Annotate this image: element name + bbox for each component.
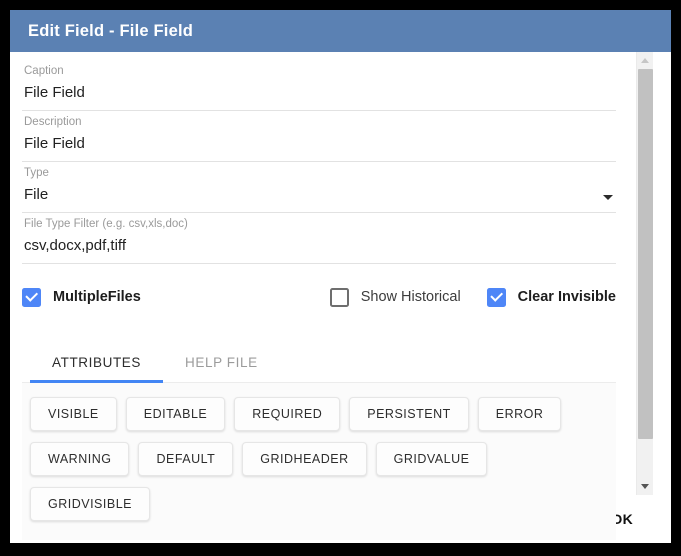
caption-field: Caption File Field: [22, 63, 616, 111]
tab-attributes[interactable]: ATTRIBUTES: [30, 344, 164, 383]
caption-label: Caption: [24, 65, 64, 77]
scrollbar-thumb[interactable]: [637, 69, 653, 439]
description-field: Description File Field: [22, 114, 616, 162]
checkbox-multiplefiles-label: MultipleFiles: [53, 289, 141, 305]
attribute-chip-visible[interactable]: VISIBLE: [30, 397, 117, 431]
dialog-title: Edit Field - File Field: [28, 21, 194, 40]
triangle-down-icon[interactable]: [637, 478, 654, 495]
chevron-down-icon[interactable]: [603, 195, 613, 200]
attribute-chip-warning[interactable]: WARNING: [30, 442, 130, 476]
file-type-filter-field: File Type Filter (e.g. csv,xls,doc) csv,…: [22, 216, 616, 264]
description-input[interactable]: File Field: [22, 130, 616, 162]
attribute-chip-editable[interactable]: EDITABLE: [125, 397, 226, 431]
dialog-titlebar: Edit Field - File Field: [10, 10, 671, 52]
checkbox-multiplefiles[interactable]: MultipleFiles: [22, 287, 141, 307]
tab-help-file[interactable]: HELP FILE: [163, 344, 280, 383]
type-field: Type File: [22, 165, 616, 213]
attribute-chip-persistent[interactable]: PERSISTENT: [349, 397, 469, 431]
checkbox-row: MultipleFiles Show Historical Clear Invi…: [22, 283, 616, 311]
vertical-scrollbar[interactable]: [636, 52, 653, 495]
caption-input[interactable]: File Field: [22, 79, 616, 111]
scrollbar-track[interactable]: [637, 69, 654, 478]
checkbox-show-historical-label: Show Historical: [360, 289, 461, 305]
attribute-chip-gridvisible[interactable]: GRIDVISIBLE: [30, 487, 150, 521]
type-label: Type: [24, 167, 49, 179]
type-select[interactable]: File: [22, 181, 616, 213]
attribute-chip-default[interactable]: DEFAULT: [138, 442, 234, 476]
attribute-chip-gridvalue[interactable]: GRIDVALUE: [375, 442, 488, 476]
attribute-chip-list: VISIBLE EDITABLE REQUIRED PERSISTENT ERR…: [22, 383, 616, 540]
checkbox-clear-invisible[interactable]: Clear Invisible: [486, 287, 616, 307]
checkbox-checked-icon[interactable]: [486, 287, 506, 307]
dialog-body: Caption File Field Description File Fiel…: [10, 52, 671, 540]
file-type-filter-input[interactable]: csv,docx,pdf,tiff: [22, 232, 616, 264]
triangle-up-icon[interactable]: [637, 52, 654, 69]
edit-field-dialog: Edit Field - File Field Caption File Fie…: [10, 10, 671, 543]
checkbox-checked-icon[interactable]: [22, 287, 41, 307]
checkbox-unchecked-icon[interactable]: [329, 287, 349, 307]
tab-bar: ATTRIBUTES HELP FILE: [22, 344, 616, 383]
description-label: Description: [24, 116, 82, 128]
attribute-chip-gridheader[interactable]: GRIDHEADER: [242, 442, 367, 476]
form-content: Caption File Field Description File Fiel…: [10, 52, 636, 540]
file-type-filter-label: File Type Filter (e.g. csv,xls,doc): [24, 218, 188, 230]
checkbox-clear-invisible-label: Clear Invisible: [517, 289, 616, 305]
attribute-chip-required[interactable]: REQUIRED: [234, 397, 341, 431]
checkbox-show-historical[interactable]: Show Historical: [329, 287, 461, 307]
attribute-chip-error[interactable]: ERROR: [477, 397, 562, 431]
